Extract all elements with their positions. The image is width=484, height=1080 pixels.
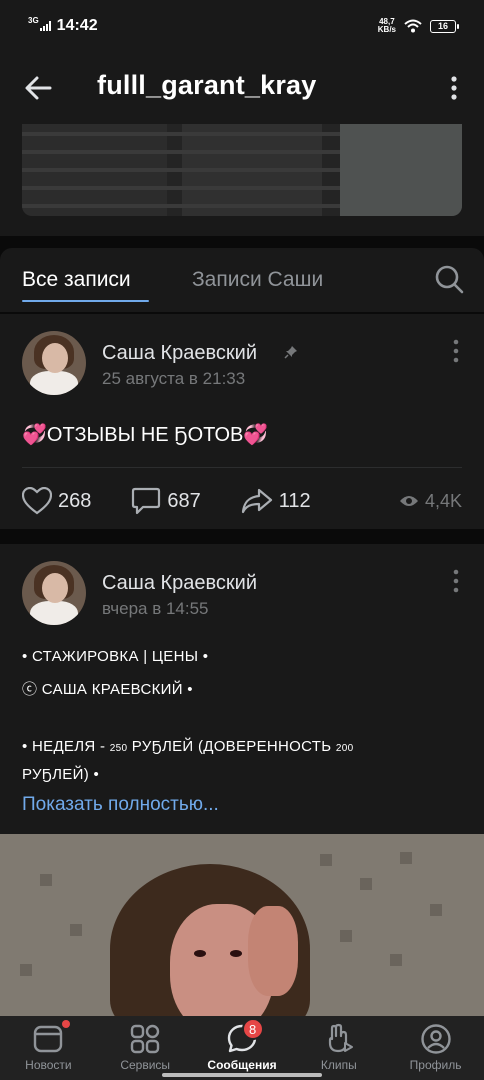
nav-services[interactable]: Сервисы (97, 1016, 194, 1080)
home-indicator[interactable] (162, 1073, 322, 1077)
active-tab-indicator (22, 300, 149, 302)
tab-owner-posts[interactable]: Записи Саши (192, 268, 323, 292)
more-vertical-icon[interactable] (446, 74, 462, 102)
network-speed: 48,7 KB/s (377, 17, 396, 34)
comment-icon (132, 487, 161, 515)
status-bar: 3G 14:42 48,7 KB/s 16 (0, 0, 484, 52)
view-count: 4,4K (424, 490, 462, 511)
services-icon (130, 1024, 160, 1054)
bottom-navigation: Новости Сервисы 8 Сообщения Клипы Профил… (0, 1016, 484, 1080)
post-card: Саша Краевский 25 августа в 21:33 💞ОТЗЫВ… (0, 314, 484, 529)
show-more-link[interactable]: Показать полностью... (22, 794, 219, 816)
post-text-line: • НЕДЕЛЯ - 250 РУҔЛЕЙ (ДОВЕРЕННОСТЬ 200 (22, 738, 354, 755)
clips-icon (328, 1023, 353, 1053)
cover-area (0, 124, 484, 236)
post-actions: 268 687 112 4,4K (22, 486, 462, 516)
battery-icon: 16 (430, 19, 459, 33)
post-menu-icon[interactable] (452, 339, 460, 363)
back-arrow-icon[interactable] (22, 72, 54, 104)
post-text: 💞ОТЗЫВЫ НЕ ҔОТОВ💞 (22, 424, 269, 446)
comment-button[interactable]: 687 (131, 487, 201, 515)
post-text-line: РУҔЛЕЙ) • (22, 766, 100, 783)
share-button[interactable]: 112 (241, 487, 311, 515)
post-author[interactable]: Саша Краевский (102, 572, 257, 595)
heart-icon (22, 487, 52, 515)
page-title: fulll_garant_kray (97, 70, 317, 100)
app-header: fulll_garant_kray (0, 52, 484, 124)
news-icon (34, 1025, 63, 1053)
post-date: вчера в 14:55 (102, 599, 209, 618)
wifi-icon (404, 19, 422, 33)
like-count: 268 (58, 489, 92, 512)
post-photo[interactable] (0, 834, 484, 1016)
nav-profile[interactable]: Профиль (387, 1016, 484, 1080)
search-icon[interactable] (434, 264, 464, 294)
pin-icon (284, 346, 297, 359)
cellular-signal-icon: 3G (28, 17, 51, 31)
cover-image[interactable] (22, 124, 462, 216)
post-divider (22, 467, 462, 468)
post-text-line: ⓒ САША КРАЕВСКИЙ • (22, 681, 193, 698)
nav-news[interactable]: Новости (0, 1016, 97, 1080)
post-date: 25 августа в 21:33 (102, 369, 246, 388)
notification-dot (62, 1020, 70, 1028)
eye-icon (399, 496, 418, 506)
profile-icon (420, 1024, 451, 1054)
unread-badge: 8 (241, 1018, 264, 1040)
avatar[interactable] (22, 561, 86, 625)
tab-all-posts[interactable]: Все записи (22, 268, 131, 292)
wall-tabs: Все записи Записи Саши (0, 248, 484, 312)
comment-count: 687 (167, 489, 201, 512)
post-author[interactable]: Саша Краевский (102, 342, 257, 365)
nav-messages[interactable]: 8 Сообщения (194, 1016, 291, 1080)
like-button[interactable]: 268 (22, 487, 91, 515)
share-icon (241, 488, 272, 514)
clock: 14:42 (56, 17, 98, 34)
nav-clips[interactable]: Клипы (290, 1016, 387, 1080)
share-count: 112 (278, 489, 311, 512)
post-text-line: • СТАЖИРОВКА | ЦЕНЫ • (22, 648, 209, 665)
views-counter: 4,4K (399, 491, 462, 512)
avatar[interactable] (22, 331, 86, 395)
post-menu-icon[interactable] (452, 569, 460, 593)
post-card: Саша Краевский вчера в 14:55 • СТАЖИРОВК… (0, 544, 484, 834)
